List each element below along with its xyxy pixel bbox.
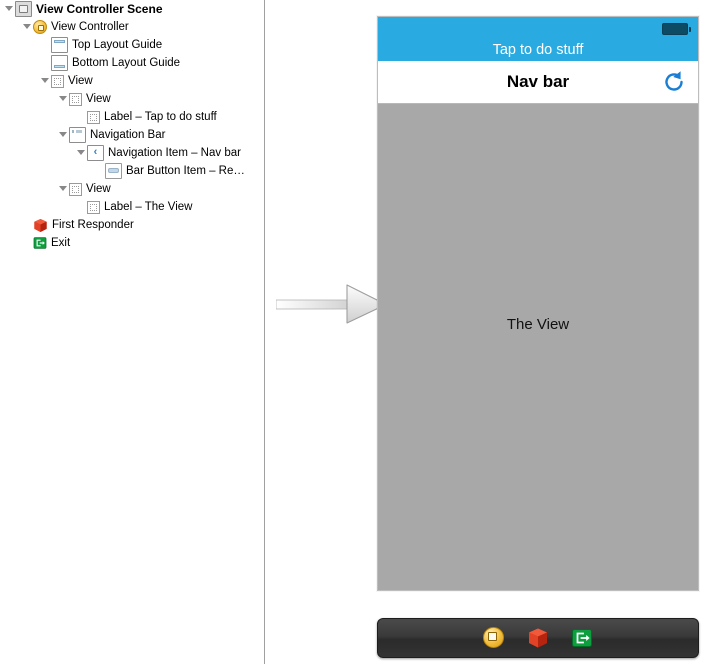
outline-row[interactable]: View (0, 90, 264, 108)
outline-row[interactable]: Label – Tap to do stuff (0, 108, 264, 126)
outline-row[interactable]: ‹ Navigation Item – Nav bar (0, 144, 264, 162)
outline-row[interactable]: View (0, 180, 264, 198)
outline-row[interactable]: View Controller (0, 18, 264, 36)
view-icon (69, 182, 82, 196)
scene-content-view[interactable]: The View (378, 104, 698, 590)
storyboard-canvas[interactable]: Tap to do stuff Nav bar The View (266, 0, 721, 664)
scene-icon (15, 1, 32, 17)
view-icon (51, 74, 64, 88)
document-outline-panel[interactable]: View Controller Scene View Controller Top … (0, 0, 265, 664)
label-icon (87, 110, 100, 124)
battery-icon (662, 23, 691, 35)
outline-row[interactable]: Top Layout Guide (0, 36, 264, 54)
disclosure-triangle-open-icon[interactable] (58, 180, 69, 198)
scene-dock-bar[interactable] (377, 618, 699, 658)
disclosure-triangle-open-icon[interactable] (58, 126, 69, 144)
outline-row[interactable]: Label – The View (0, 198, 264, 216)
outline-row-label: Label – The View (104, 201, 193, 213)
outline-row-label: Exit (51, 237, 71, 249)
outline-row[interactable]: Navigation Bar (0, 126, 264, 144)
view-controller-icon (33, 20, 47, 34)
outline-row[interactable]: View (0, 72, 264, 90)
outline-row-label: Navigation Bar (90, 129, 166, 141)
exit-icon (33, 236, 47, 250)
top-layout-guide-icon (51, 37, 68, 53)
disclosure-triangle-open-icon[interactable] (76, 144, 87, 162)
disclosure-triangle-open-icon[interactable] (22, 18, 33, 36)
bottom-layout-guide-icon (51, 55, 68, 71)
outline-row-label: First Responder (52, 219, 134, 231)
outline-row[interactable]: First Responder (0, 216, 264, 234)
outline-row-label: Top Layout Guide (72, 39, 163, 51)
view-icon (69, 92, 82, 106)
outline-row[interactable]: Bar Button Item – Re… (0, 162, 264, 180)
disclosure-triangle-open-icon[interactable] (40, 72, 51, 90)
bar-button-item-icon (105, 163, 122, 179)
outline-row-label: Bar Button Item – Re… (126, 165, 245, 177)
outline-row-label: View (68, 75, 93, 87)
simulated-status-bar: Tap to do stuff (378, 17, 698, 61)
dock-first-responder-icon[interactable] (527, 627, 549, 649)
outline-tree[interactable]: View Controller Scene View Controller Top … (0, 0, 264, 252)
first-responder-icon (33, 218, 48, 233)
dock-exit-icon[interactable] (571, 627, 593, 649)
outline-row-label: View (86, 183, 111, 195)
outline-row[interactable]: Exit (0, 234, 264, 252)
the-view-label: The View (506, 316, 570, 333)
entry-point-arrow-icon (276, 284, 387, 324)
navigation-bar-icon (69, 127, 86, 143)
outline-row-label: View (86, 93, 111, 105)
dock-view-controller-icon[interactable] (483, 627, 505, 649)
navigation-bar[interactable]: Nav bar (378, 61, 698, 104)
outline-row-label: View Controller (51, 21, 129, 33)
outline-row[interactable]: Bottom Layout Guide (0, 54, 264, 72)
label-icon (87, 200, 100, 214)
scene-view-controller[interactable]: Tap to do stuff Nav bar The View (377, 16, 699, 591)
outline-row-label: View Controller Scene (36, 2, 163, 16)
outline-row-label: Label – Tap to do stuff (104, 111, 217, 123)
refresh-icon[interactable] (660, 68, 688, 96)
tap-to-do-stuff-label: Tap to do stuff (492, 42, 584, 58)
outline-row[interactable]: View Controller Scene (0, 0, 264, 18)
outline-row-label: Navigation Item – Nav bar (108, 147, 241, 159)
disclosure-triangle-open-icon[interactable] (4, 0, 15, 18)
disclosure-triangle-open-icon[interactable] (58, 90, 69, 108)
navigation-item-icon: ‹ (87, 145, 104, 161)
outline-row-label: Bottom Layout Guide (72, 57, 181, 69)
navigation-title: Nav bar (506, 72, 570, 91)
